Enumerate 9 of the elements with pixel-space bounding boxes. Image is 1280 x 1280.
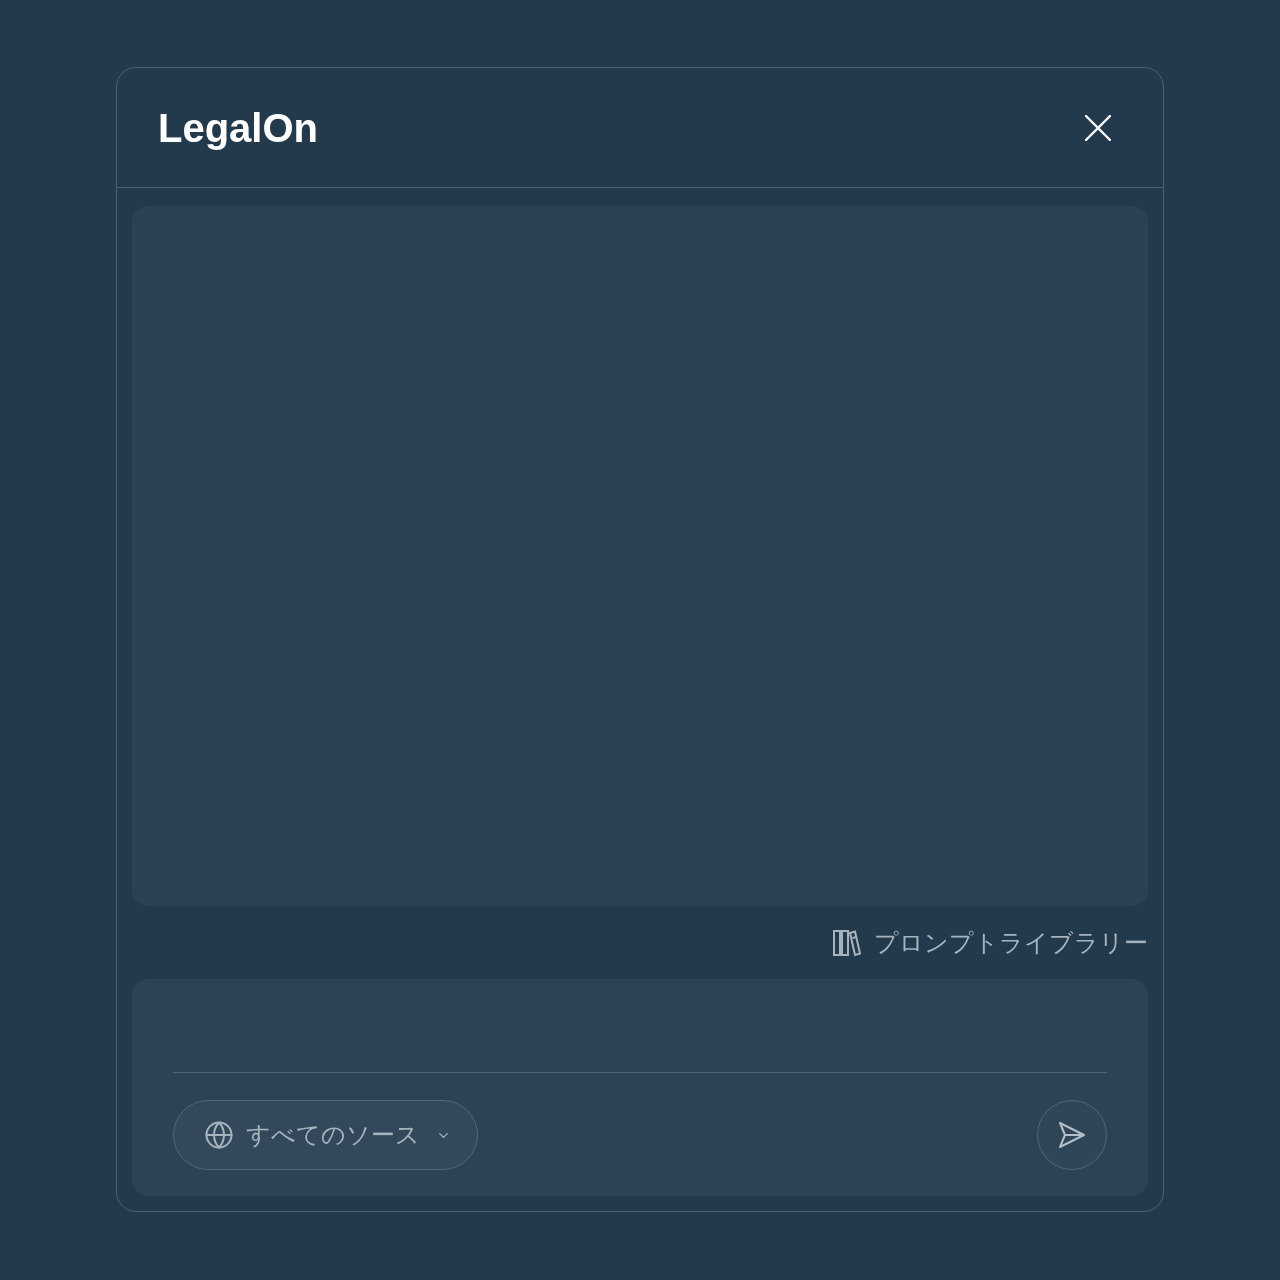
message-input-box[interactable]: すべてのソース — [132, 979, 1148, 1196]
close-icon — [1085, 114, 1111, 141]
dialog-title: LegalOn — [158, 107, 319, 148]
close-button[interactable] — [1083, 112, 1113, 143]
prompt-library-link[interactable]: プロンプトライブラリー — [833, 929, 1148, 956]
books-icon — [833, 929, 861, 956]
globe-icon — [204, 1120, 234, 1150]
send-icon — [1058, 1121, 1086, 1149]
source-dropdown[interactable]: すべてのソース — [173, 1100, 478, 1170]
